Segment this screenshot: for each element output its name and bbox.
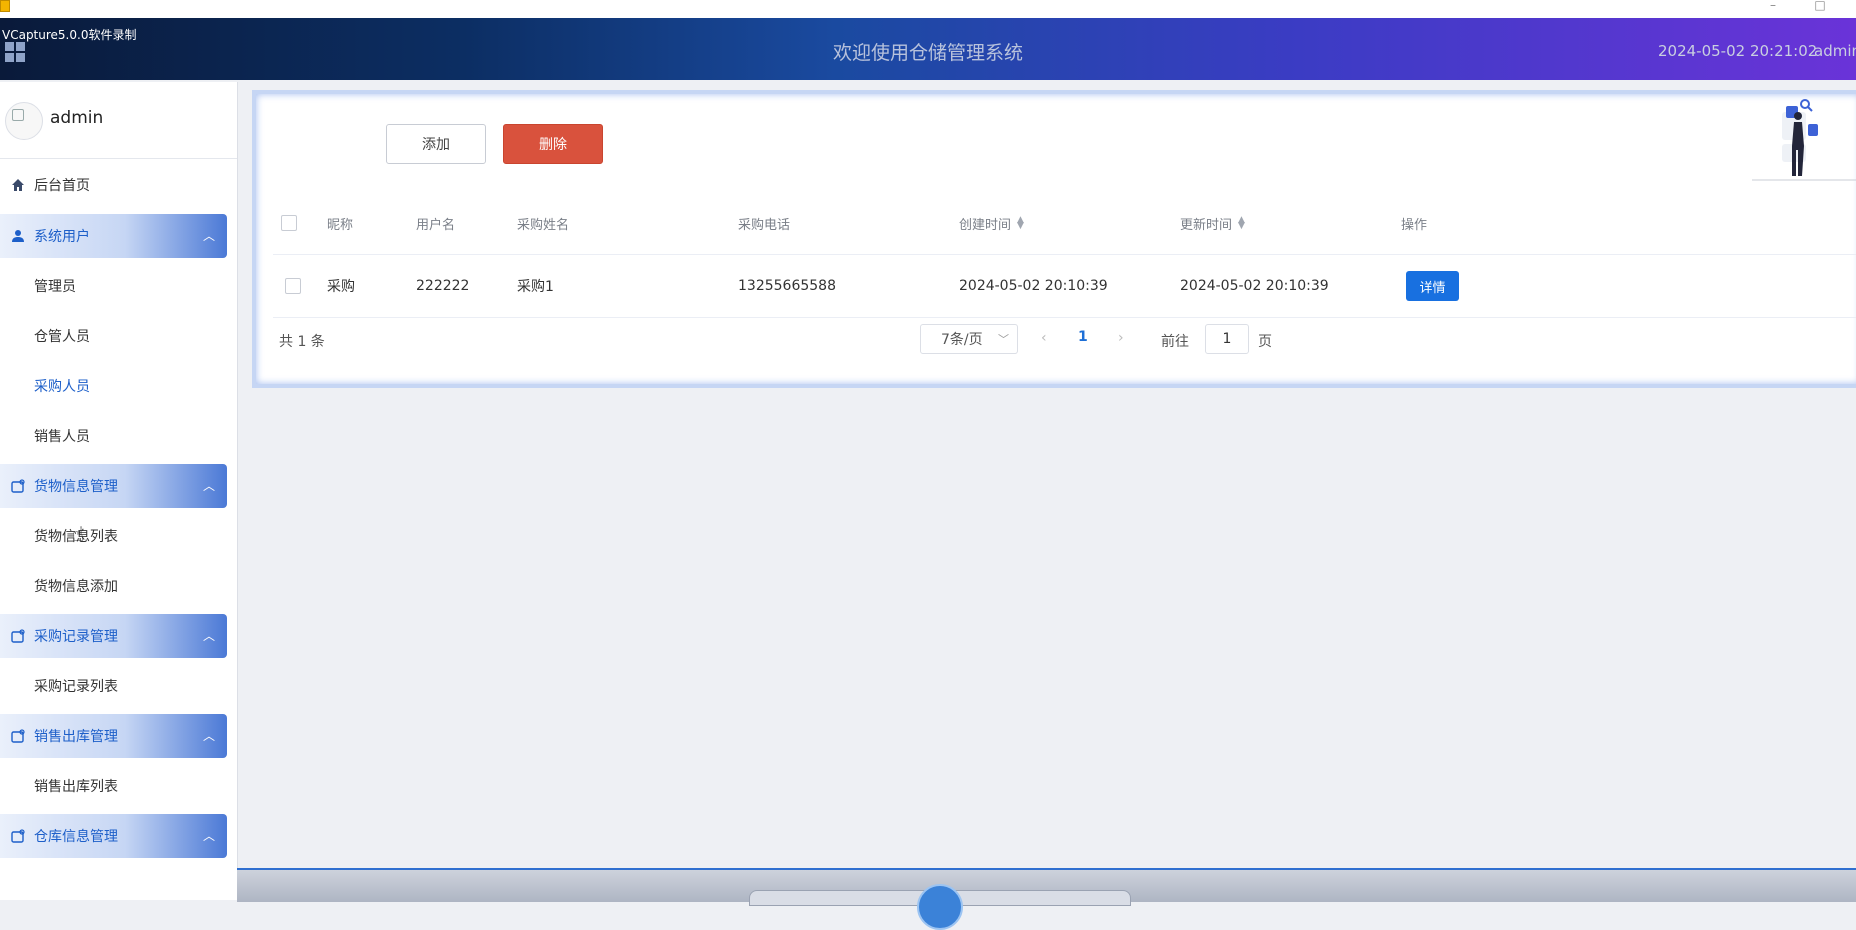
sidebar-item-warehouse-staff[interactable]: 仓管人员 (0, 311, 237, 361)
content-card: 添加 删除 昵称 用户名 采购姓名 采购电话 创建时间 ▲ ▼ 更新时间 ▲ ▼ 操 (252, 90, 1856, 388)
cell-updated: 2024-05-02 20:10:39 (1180, 278, 1329, 294)
column-header-username: 用户名 (416, 217, 456, 233)
column-header-updated-label: 更新时间 (1180, 217, 1233, 233)
sidebar-group-purchase-records[interactable]: 采购记录管理 ︿ (0, 614, 227, 658)
chevron-down-icon: ﹀ (998, 333, 1009, 346)
app-icon (0, 0, 10, 12)
sidebar-item-sales-list[interactable]: 销售出库列表 (0, 761, 237, 811)
column-header-actions: 操作 (1401, 217, 1428, 233)
folder-icon (10, 478, 26, 494)
recorder-taskbar (237, 868, 1856, 930)
sidebar-group-label: 采购记录管理 (34, 629, 118, 645)
column-header-created-label: 创建时间 (959, 217, 1012, 233)
sidebar-group-system-users[interactable]: 系统用户 ︿ (0, 214, 227, 258)
sidebar-group-label: 仓库信息管理 (34, 829, 118, 845)
header-user-menu[interactable]: admin (1814, 42, 1856, 60)
sidebar-item-goods-add[interactable]: 货物信息添加 (0, 561, 237, 611)
sidebar-item-admins[interactable]: 管理员 (0, 261, 237, 311)
window-title-bar: – □ (0, 0, 1856, 18)
maximize-button[interactable]: □ (1800, 0, 1840, 18)
sidebar-group-label: 货物信息管理 (34, 479, 118, 495)
column-header-created[interactable]: 创建时间 ▲ ▼ (959, 192, 1024, 254)
folder-icon (10, 628, 26, 644)
column-header-updated[interactable]: 更新时间 ▲ ▼ (1180, 192, 1245, 254)
table-row: 采购 222222 采购1 13255665588 2024-05-02 20:… (273, 255, 1856, 318)
header-datetime: 2024-05-02 20:21:02 (1658, 42, 1818, 60)
cell-purchaser-name: 采购1 (517, 279, 554, 295)
page-size-select[interactable]: 7条/页 ﹀ (920, 324, 1018, 354)
record-orb-icon[interactable] (917, 884, 963, 930)
table-header: 昵称 用户名 采购姓名 采购电话 创建时间 ▲ ▼ 更新时间 ▲ ▼ 操作 (273, 192, 1856, 255)
sidebar-item-purchasers[interactable]: 采购人员 (0, 361, 237, 411)
sidebar-item-label: 后台首页 (34, 178, 90, 194)
delete-button[interactable]: 删除 (503, 124, 603, 164)
sidebar-group-sales-outbound[interactable]: 销售出库管理 ︿ (0, 714, 227, 758)
minimize-button[interactable]: – (1753, 0, 1793, 18)
sidebar-item-sales-staff[interactable]: 销售人员 (0, 411, 237, 461)
sidebar-item-home[interactable]: 后台首页 (0, 159, 237, 211)
app-header: VCapture5.0.0软件录制 欢迎使用仓储管理系统 2024-05-02 … (0, 18, 1856, 80)
page-size-value: 7条/页 (941, 332, 983, 348)
page-number-1[interactable]: 1 (1078, 329, 1088, 345)
cell-nickname: 采购 (327, 279, 355, 295)
goto-page-input[interactable] (1205, 324, 1249, 354)
column-header-purchaser-name: 采购姓名 (517, 217, 570, 233)
sidebar-group-label: 销售出库管理 (34, 729, 118, 745)
sidebar-group-goods[interactable]: 货物信息管理 ︿ (0, 464, 227, 508)
chevron-up-icon: ︿ (202, 729, 215, 743)
chevron-up-icon: ︿ (202, 829, 215, 843)
sort-icon[interactable]: ▲ ▼ (1238, 216, 1245, 231)
goto-label: 前往 (1161, 334, 1189, 350)
hand-cursor-icon: ☝ (72, 522, 85, 546)
detail-button[interactable]: 详情 (1406, 271, 1459, 301)
purchasers-table: 昵称 用户名 采购姓名 采购电话 创建时间 ▲ ▼ 更新时间 ▲ ▼ 操作 采购 2… (273, 192, 1856, 318)
sidebar-profile: admin (0, 82, 237, 159)
sidebar-item-purchase-list[interactable]: 采购记录列表 (0, 661, 237, 711)
avatar (5, 102, 43, 140)
cell-created: 2024-05-02 20:10:39 (959, 278, 1108, 294)
user-icon (10, 228, 26, 244)
cell-phone: 13255665588 (738, 278, 836, 294)
column-header-nickname: 昵称 (327, 217, 354, 233)
cell-username: 222222 (416, 278, 470, 294)
chevron-up-icon: ︿ (202, 479, 215, 493)
profile-name: admin (50, 108, 104, 128)
next-page-icon[interactable]: › (1118, 330, 1124, 346)
pagination-total: 共 1 条 (279, 334, 325, 350)
page-title: 欢迎使用仓储管理系统 (832, 42, 1023, 64)
sort-icon[interactable]: ▲ ▼ (1017, 216, 1024, 231)
home-icon (10, 177, 26, 193)
chevron-up-icon: ︿ (202, 229, 215, 243)
select-all-checkbox[interactable] (281, 215, 297, 231)
row-checkbox[interactable] (285, 278, 301, 294)
add-button[interactable]: 添加 (386, 124, 486, 164)
column-header-phone: 采购电话 (738, 217, 791, 233)
sidebar-group-warehouse-info[interactable]: 仓库信息管理 ︿ (0, 814, 227, 858)
person-with-search-illustration-icon (1752, 99, 1856, 181)
folder-icon (10, 828, 26, 844)
sidebar: admin 后台首页 系统用户 ︿ 管理员 仓管人员 采购人员 销售人员 货物信… (0, 82, 238, 900)
pagination: 共 1 条 7条/页 ﹀ ‹ 1 › 前往 页 (273, 320, 1856, 360)
prev-page-icon[interactable]: ‹ (1041, 330, 1047, 346)
sidebar-item-goods-list[interactable]: 货物信息列表 (0, 511, 237, 561)
chevron-up-icon: ︿ (202, 629, 215, 643)
folder-icon (10, 728, 26, 744)
page-suffix: 页 (1258, 334, 1272, 350)
sidebar-group-label: 系统用户 (34, 229, 90, 245)
